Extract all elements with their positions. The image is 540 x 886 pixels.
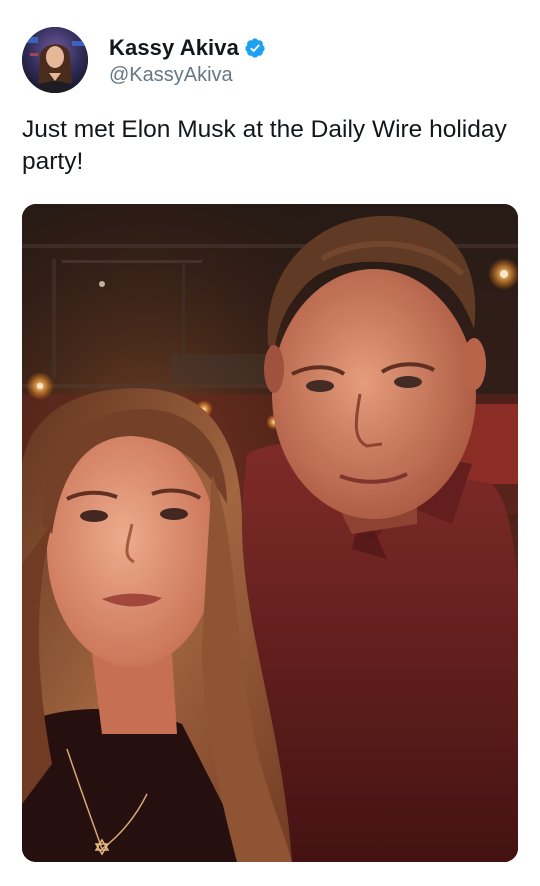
tweet-card: Kassy Akiva @KassyAkiva Just met Elon Mu…	[0, 0, 540, 886]
author-handle[interactable]: @KassyAkiva	[109, 64, 266, 87]
author-names: Kassy Akiva @KassyAkiva	[109, 34, 266, 87]
avatar-image	[22, 27, 88, 93]
verified-badge-icon	[244, 37, 266, 59]
selfie-photo-image	[22, 204, 518, 862]
display-name-row: Kassy Akiva	[109, 34, 266, 62]
tweet-header: Kassy Akiva @KassyAkiva	[22, 25, 266, 95]
author-display-name[interactable]: Kassy Akiva	[109, 35, 239, 61]
tweet-text: Just met Elon Musk at the Daily Wire hol…	[22, 116, 507, 175]
author-avatar[interactable]	[22, 27, 88, 93]
tweet-photo[interactable]	[22, 204, 518, 862]
